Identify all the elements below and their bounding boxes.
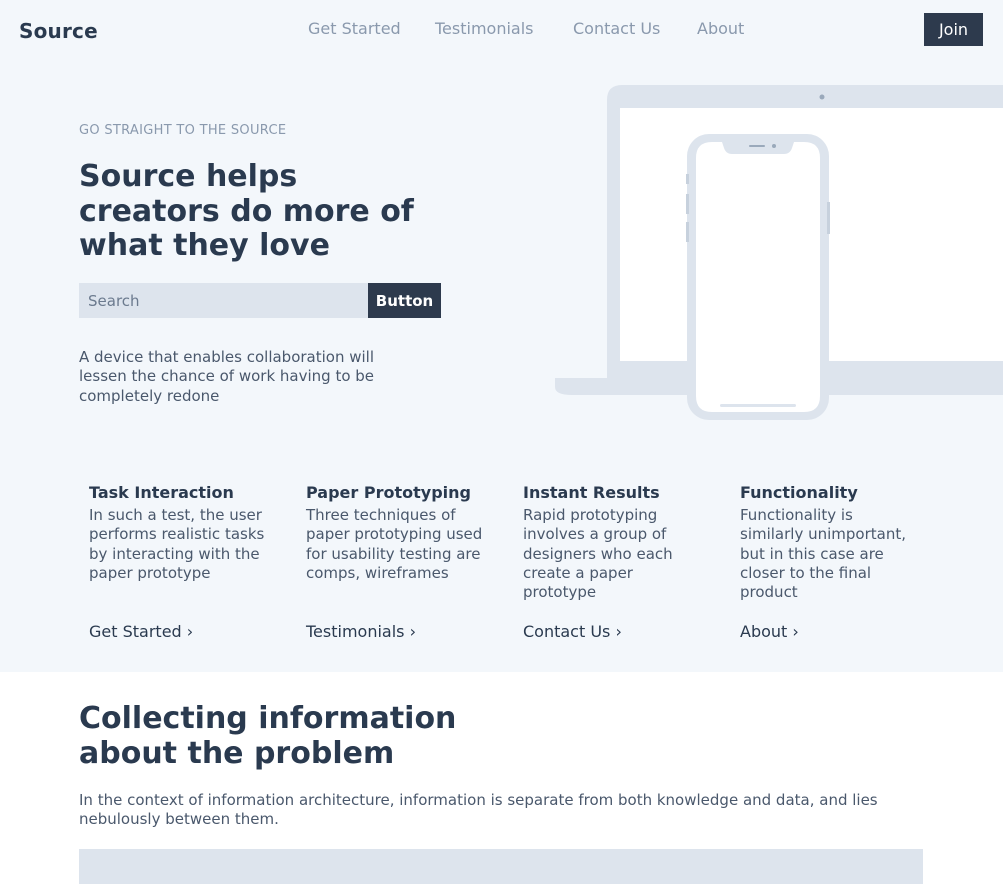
phone-camera-icon	[772, 144, 776, 148]
feature-title: Task Interaction	[89, 483, 234, 502]
phone-screen-shape	[696, 142, 820, 412]
feature-description: In such a test, the user performs realis…	[89, 506, 265, 582]
phone-speaker-icon	[749, 145, 765, 147]
phone-button-shape	[827, 202, 830, 234]
section-title: Collecting information about the problem	[79, 701, 457, 771]
brand-logo[interactable]: Source	[19, 19, 98, 43]
nav-contact-us[interactable]: Contact Us	[573, 19, 660, 38]
phone-button-shape	[686, 194, 689, 214]
search-button[interactable]: Button	[368, 283, 441, 318]
feature-title: Paper Prototyping	[306, 483, 471, 502]
feature-link-get-started[interactable]: Get Started ›	[89, 622, 193, 641]
join-button[interactable]: Join	[924, 13, 983, 46]
laptop-camera-icon	[819, 94, 825, 100]
hero-description: A device that enables collaboration will…	[79, 348, 375, 405]
feature-card-task-interaction: Task Interaction In such a test, the use…	[89, 482, 289, 583]
feature-card-functionality: Functionality Functionality is similarly…	[740, 482, 940, 602]
feature-card-instant-results: Instant Results Rapid prototyping involv…	[523, 482, 723, 602]
feature-link-testimonials[interactable]: Testimonials ›	[306, 622, 416, 641]
feature-description: Three techniques of paper prototyping us…	[306, 506, 483, 582]
feature-link-about[interactable]: About ›	[740, 622, 799, 641]
feature-description: Rapid prototyping involves a group of de…	[523, 506, 673, 602]
hero-title: Source helps creators do more of what th…	[79, 159, 414, 263]
section-description: In the context of information architectu…	[79, 791, 878, 829]
feature-title: Instant Results	[523, 483, 660, 502]
nav-about[interactable]: About	[697, 19, 744, 38]
feature-card-paper-prototyping: Paper Prototyping Three techniques of pa…	[306, 482, 506, 583]
nav-get-started[interactable]: Get Started	[308, 19, 401, 38]
phone-button-shape	[686, 222, 689, 242]
phone-button-shape	[686, 174, 689, 184]
search-input[interactable]	[79, 283, 368, 318]
feature-description: Functionality is similarly unimportant, …	[740, 506, 906, 602]
nav-testimonials[interactable]: Testimonials	[435, 19, 534, 38]
laptop-phone-illustration	[555, 85, 1003, 420]
phone-home-indicator-icon	[720, 404, 796, 407]
content-placeholder	[79, 849, 923, 884]
hero-eyebrow: GO STRAIGHT TO THE SOURCE	[79, 123, 287, 138]
feature-title: Functionality	[740, 483, 858, 502]
feature-link-contact-us[interactable]: Contact Us ›	[523, 622, 622, 641]
